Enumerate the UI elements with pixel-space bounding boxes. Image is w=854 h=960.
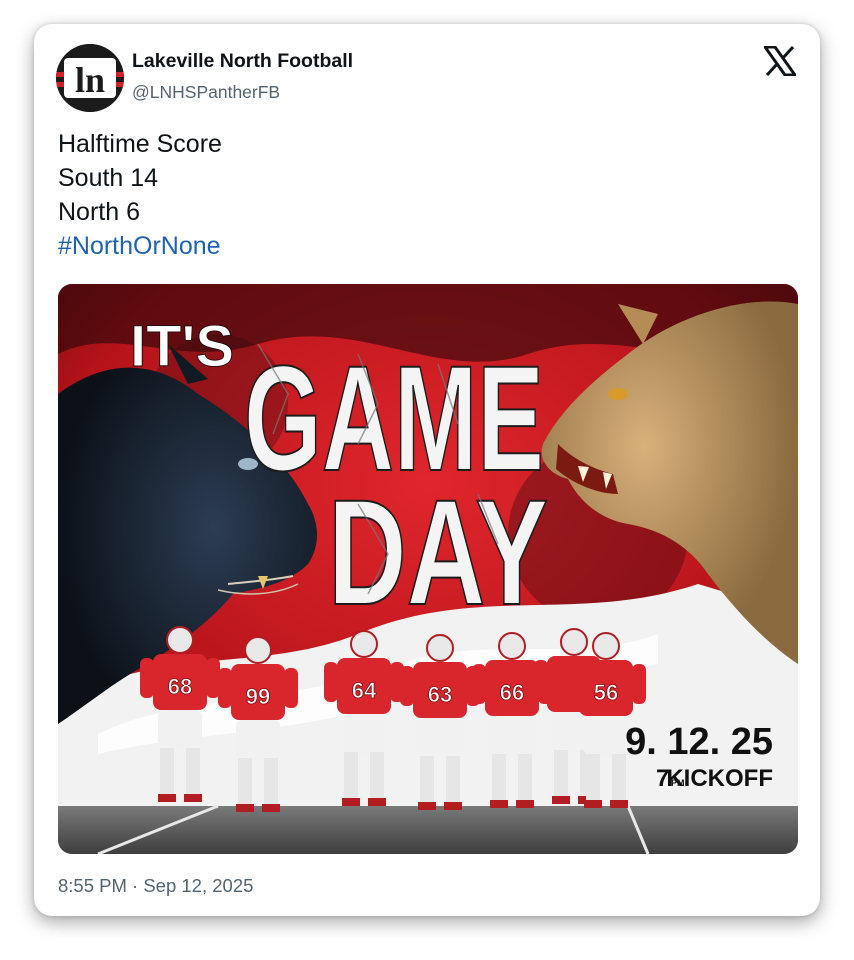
- timestamp[interactable]: 8:55 PM · Sep 12, 2025: [58, 875, 253, 897]
- jersey-number: 99: [246, 684, 270, 709]
- kickoff-label: KICKOFF: [666, 765, 773, 792]
- display-name[interactable]: Lakeville North Football: [132, 50, 353, 73]
- hashtag-link[interactable]: #NorthOrNone: [58, 229, 222, 263]
- tweet-line-1: Halftime Score: [58, 130, 222, 158]
- handle[interactable]: @LNHSPantherFB: [132, 82, 280, 103]
- tweet-line-3: North 6: [58, 198, 140, 226]
- jersey-number: 64: [352, 678, 377, 703]
- tweet-card[interactable]: ln Lakeville North Football @LNHSPanther…: [34, 24, 820, 916]
- tweet-line-2: South 14: [58, 164, 159, 192]
- avatar[interactable]: ln: [56, 44, 124, 112]
- avatar-letters: ln: [75, 60, 105, 100]
- headline-second: DAY: [328, 468, 548, 636]
- headline-prefix: IT'S: [130, 314, 234, 379]
- jersey-number: 56: [594, 680, 618, 705]
- jersey-number: 63: [428, 682, 452, 707]
- jersey-number: 68: [168, 674, 192, 699]
- game-date: 9. 12. 25: [625, 721, 773, 763]
- game-day-image[interactable]: IT'S GAME DAY 6899646366656 9. 12. 25 7 …: [58, 284, 798, 854]
- jersey-number: 66: [500, 680, 524, 705]
- x-logo-icon[interactable]: [762, 45, 798, 77]
- tweet-text: Halftime Score South 14 North 6 #NorthOr…: [58, 127, 222, 263]
